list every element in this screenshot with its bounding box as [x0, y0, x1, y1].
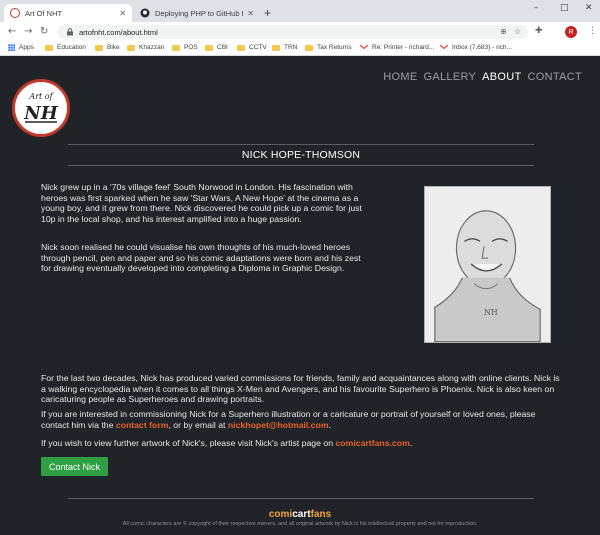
apps-grid-icon	[8, 44, 15, 51]
gmail-icon	[360, 44, 368, 51]
reload-icon[interactable]: ↻	[40, 26, 48, 37]
logo-text-main: NH	[23, 103, 58, 124]
contact-form-link[interactable]: contact form	[116, 420, 169, 430]
bookmarks-bar: Apps Education Bike Khazzan POS CBI CCTV…	[0, 42, 600, 56]
site-logo[interactable]: Art of NH	[12, 79, 70, 137]
forward-icon[interactable]: →	[24, 26, 32, 37]
comicartfans-logo[interactable]: comicartfans	[0, 509, 600, 520]
bookmark-bike[interactable]: Bike	[95, 44, 120, 51]
tab-title: Art Of NHT	[25, 8, 63, 18]
folder-icon	[272, 44, 280, 51]
heading-top-divider	[68, 144, 534, 145]
nav-about[interactable]: ABOUT	[482, 71, 521, 83]
menu-kebab-icon[interactable]: ⋮	[588, 26, 597, 36]
bookmark-re-printer[interactable]: Re: Printer - richard...	[360, 44, 434, 51]
bookmark-inbox[interactable]: Inbox (7,683) - rich...	[440, 44, 512, 51]
bookmark-pos[interactable]: POS	[172, 44, 198, 51]
bookmark-apps[interactable]: Apps	[8, 44, 34, 51]
bookmark-tax-returns[interactable]: Tax Returns	[305, 44, 352, 51]
browser-tab-bar: Art Of NHT ✕ Deploying PHP to GitHub Pag…	[0, 0, 600, 22]
contact-nick-button[interactable]: Contact Nick	[41, 457, 108, 476]
email-link[interactable]: nickhopet@hotmail.com	[228, 420, 329, 430]
site-favicon-icon	[10, 8, 20, 18]
heading-bottom-divider	[68, 165, 534, 166]
nav-home[interactable]: HOME	[383, 71, 417, 83]
svg-text:NH: NH	[484, 308, 498, 317]
logo-text-top: Art of	[28, 92, 54, 101]
portrait-sketch-icon: NH	[425, 187, 550, 343]
window-close-icon[interactable]: ✕	[585, 3, 593, 13]
browser-toolbar: ← → ↻ artofnht.com/about.html ⊕ ☆ ✚ ⋮	[0, 22, 600, 42]
bio-paragraph-2: Nick soon realised he could visualise hi…	[41, 242, 361, 274]
url-text: artofnht.com/about.html	[79, 27, 158, 37]
zoom-icon[interactable]: ⊕	[500, 27, 507, 36]
back-icon[interactable]: ←	[8, 26, 16, 37]
about-page: Art of NH HOME GALLERY ABOUT CONTACT NIC…	[0, 57, 600, 535]
maximize-icon[interactable]: □	[560, 3, 569, 13]
folder-icon	[237, 44, 245, 51]
bookmark-khazzan[interactable]: Khazzan	[127, 44, 164, 51]
folder-icon	[45, 44, 53, 51]
close-tab-icon[interactable]: ✕	[247, 9, 254, 18]
bookmark-star-icon[interactable]: ☆	[514, 27, 521, 36]
lock-icon	[67, 28, 73, 36]
folder-icon	[305, 44, 313, 51]
folder-icon	[127, 44, 135, 51]
tab-art-of-nht[interactable]: Art Of NHT ✕	[4, 4, 132, 22]
bio-paragraph-5: If you wish to view further artwork of N…	[41, 438, 413, 448]
portrait-drawing: NH	[424, 186, 551, 343]
folder-icon	[95, 44, 103, 51]
folder-icon	[172, 44, 180, 51]
bookmark-trn[interactable]: TRN	[272, 44, 297, 51]
bio-paragraph-4: If you are interested in commissioning N…	[41, 409, 536, 430]
new-tab-icon[interactable]: +	[264, 6, 271, 20]
bookmark-cctv[interactable]: CCTV	[237, 44, 267, 51]
bio-paragraph-1: Nick grew up in a '70s village feel' Sou…	[41, 182, 362, 224]
folder-icon	[205, 44, 213, 51]
comicartfans-link[interactable]: comicartfans.com	[335, 438, 409, 448]
github-icon	[140, 8, 150, 18]
footer-divider	[68, 498, 534, 499]
copyright-notice: All comic characters are © copyright of …	[122, 521, 478, 527]
bio-paragraph-3: For the last two decades, Nick has produ…	[41, 373, 560, 405]
art-of-nht-logo-icon: Art of NH	[23, 92, 58, 124]
tab-deploying-php[interactable]: Deploying PHP to GitHub Pages ✕	[134, 4, 260, 22]
extensions-icon[interactable]: ✚	[535, 26, 543, 36]
close-tab-icon[interactable]: ✕	[119, 9, 126, 18]
profile-avatar[interactable]: R	[565, 26, 577, 38]
page-title: NICK HOPE-THOMSON	[241, 149, 361, 161]
main-nav: HOME GALLERY ABOUT CONTACT	[383, 71, 582, 83]
nav-gallery[interactable]: GALLERY	[423, 71, 476, 83]
nav-contact[interactable]: CONTACT	[528, 71, 582, 83]
tab-title: Deploying PHP to GitHub Pages	[155, 8, 243, 18]
gmail-icon	[440, 44, 448, 51]
bookmark-education[interactable]: Education	[45, 44, 86, 51]
address-bar[interactable]: artofnht.com/about.html ⊕ ☆	[58, 25, 528, 39]
bookmark-cbi[interactable]: CBI	[205, 44, 228, 51]
minimize-icon[interactable]: –	[534, 3, 539, 13]
